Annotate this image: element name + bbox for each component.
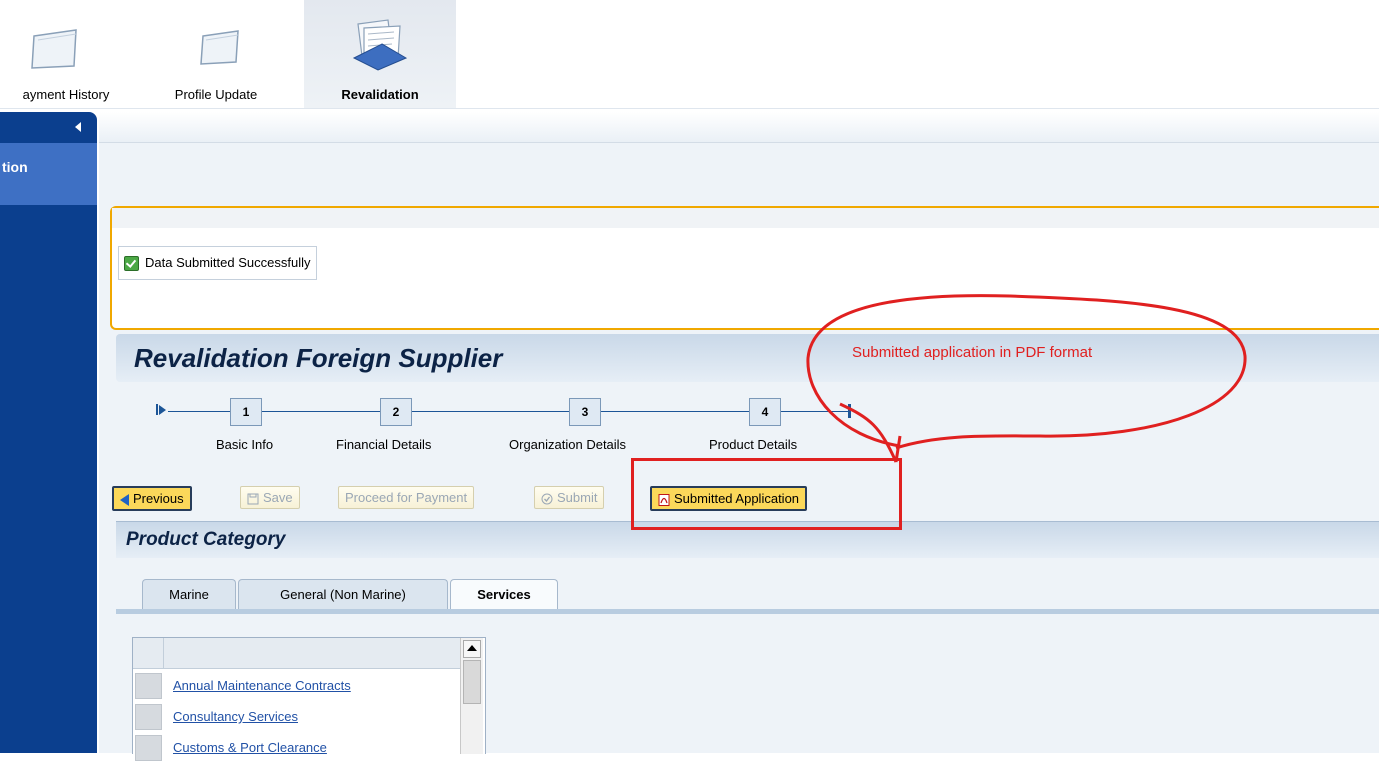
roadmap-step-number: 1 xyxy=(242,405,250,419)
roadmap-step-4[interactable]: 4 xyxy=(749,398,781,426)
callout-bubble xyxy=(806,294,1247,463)
callout-text: Submitted application in PDF format xyxy=(852,344,1093,361)
table-header xyxy=(133,638,460,669)
nav-item-label: ayment History xyxy=(22,87,110,102)
previous-button[interactable]: Previous xyxy=(112,486,192,511)
proceed-for-payment-button[interactable]: Proceed for Payment xyxy=(338,486,475,509)
tab-label: Services xyxy=(477,587,531,602)
roadmap-connector xyxy=(168,411,230,412)
roadmap-step-label: Product Details xyxy=(709,437,798,452)
scroll-up-icon[interactable] xyxy=(463,640,481,658)
content-header-strip xyxy=(99,112,1379,143)
sidebar xyxy=(0,112,97,753)
roadmap-step-label: Financial Details xyxy=(336,437,432,452)
roadmap-step-label: Basic Info xyxy=(216,437,274,452)
roadmap-step-3[interactable]: 3 xyxy=(569,398,601,426)
submit-button-label: Submit xyxy=(557,490,598,505)
roadmap-step-number: 3 xyxy=(581,405,589,419)
nav-item-revalidation[interactable]: Revalidation xyxy=(304,0,456,108)
previous-button-label: Previous xyxy=(133,491,184,506)
roadmap-connector xyxy=(412,411,569,412)
roadmap-step-1[interactable]: 1 xyxy=(230,398,262,426)
nav-item-payment-history[interactable]: ayment History xyxy=(0,0,132,108)
nav-item-profile-update[interactable]: Profile Update xyxy=(146,0,286,108)
row-link[interactable]: Consultancy Services xyxy=(173,709,298,724)
save-button[interactable]: Save xyxy=(240,486,300,509)
services-table: Annual Maintenance Contracts Consultancy… xyxy=(132,637,486,761)
chevron-left-icon xyxy=(75,122,81,132)
nav-item-label: Profile Update xyxy=(174,87,258,102)
nav-item-label: Revalidation xyxy=(341,87,419,102)
sidebar-collapse-button[interactable] xyxy=(0,112,97,142)
select-all-cell[interactable] xyxy=(133,638,164,668)
success-message-text: Data Submitted Successfully xyxy=(145,255,311,270)
scroll-thumb[interactable] xyxy=(463,660,481,704)
tab-label: Marine xyxy=(169,587,209,602)
checkbox-checked-icon xyxy=(124,256,139,271)
arrow-left-icon xyxy=(120,493,129,506)
row-link[interactable]: Annual Maintenance Contracts xyxy=(173,678,351,693)
highlight-rectangle xyxy=(631,458,902,530)
row-selector[interactable] xyxy=(135,735,162,761)
tab-services[interactable]: Services xyxy=(450,579,558,610)
table-row[interactable]: Customs & Port Clearance xyxy=(133,732,460,763)
success-message: Data Submitted Successfully xyxy=(118,246,318,280)
submit-button[interactable]: Submit xyxy=(534,486,605,509)
documents-icon xyxy=(352,19,408,71)
tab-marine[interactable]: Marine xyxy=(142,579,236,610)
roadmap-step-label: Organization Details xyxy=(509,437,627,452)
folder-icon xyxy=(200,30,239,65)
tab-label: General (Non Marine) xyxy=(280,587,406,602)
save-icon xyxy=(247,493,259,505)
row-selector[interactable] xyxy=(135,704,162,730)
roadmap-step-2[interactable]: 2 xyxy=(380,398,412,426)
save-button-label: Save xyxy=(263,490,293,505)
table-row[interactable]: Annual Maintenance Contracts xyxy=(133,670,460,701)
sidebar-item-label: tion xyxy=(2,159,28,175)
message-area-header xyxy=(112,208,1379,228)
roadmap-step-number: 4 xyxy=(761,405,769,419)
page-title: Revalidation Foreign Supplier xyxy=(134,343,503,373)
table-row[interactable]: Consultancy Services xyxy=(133,701,460,732)
tab-general-non-marine[interactable]: General (Non Marine) xyxy=(238,579,448,610)
roadmap-start-icon xyxy=(156,402,166,416)
roadmap-connector xyxy=(262,411,380,412)
roadmap-step-number: 2 xyxy=(392,405,400,419)
folder-icon xyxy=(31,29,77,69)
sidebar-item-revalidation[interactable]: tion xyxy=(0,143,97,205)
check-circle-icon xyxy=(541,493,553,505)
section-title: Product Category xyxy=(126,529,286,550)
table-scrollbar[interactable] xyxy=(460,638,483,754)
proceed-button-label: Proceed for Payment xyxy=(345,490,468,505)
row-selector[interactable] xyxy=(135,673,162,699)
roadmap-connector xyxy=(601,411,749,412)
